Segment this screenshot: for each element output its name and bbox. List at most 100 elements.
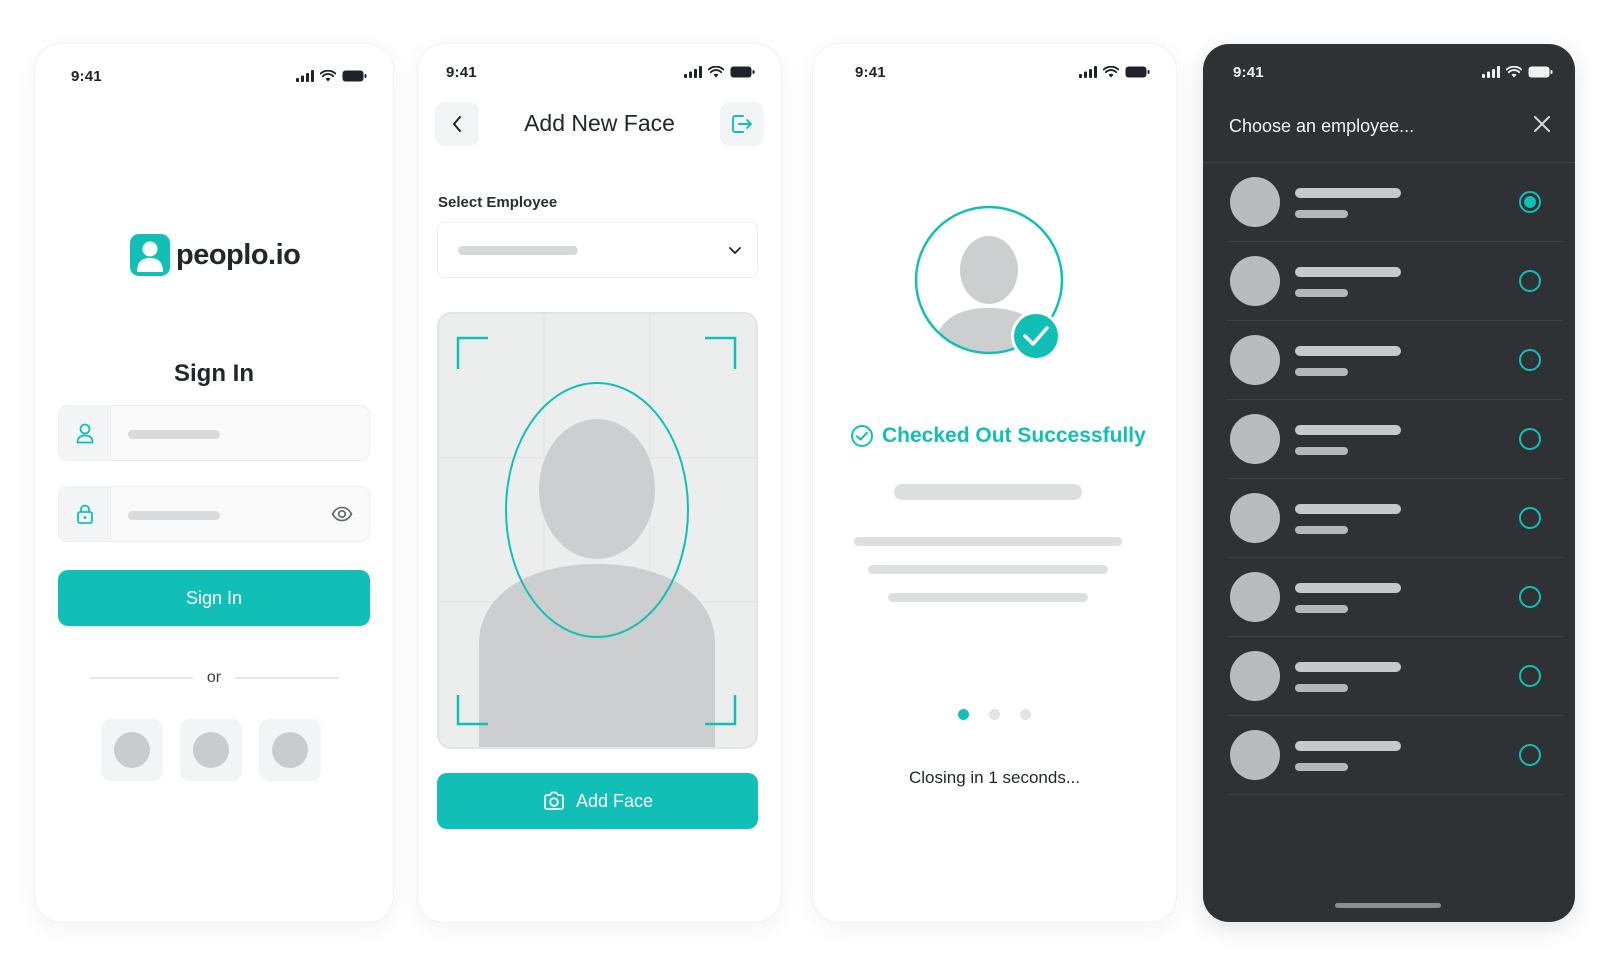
lock-icon	[59, 487, 111, 541]
placeholder-line	[888, 593, 1088, 602]
user-icon	[59, 406, 111, 460]
avatar	[1230, 414, 1280, 464]
avatar	[1230, 493, 1280, 543]
radio-button[interactable]	[1519, 349, 1541, 371]
page-dot	[1020, 709, 1031, 720]
chevron-down-icon	[729, 247, 741, 254]
status-time: 9:41	[71, 67, 102, 85]
list-item[interactable]	[1227, 558, 1563, 637]
employee-role-placeholder	[1295, 368, 1348, 376]
list-item[interactable]	[1227, 716, 1563, 795]
close-button[interactable]	[1531, 113, 1553, 140]
sign-in-button[interactable]: Sign In	[58, 570, 370, 626]
home-indicator	[1335, 903, 1441, 908]
username-placeholder	[128, 430, 220, 439]
social-icon	[193, 732, 229, 768]
list-item[interactable]	[1227, 479, 1563, 558]
battery-icon	[1528, 66, 1553, 78]
brand-logo: peoplo.io	[130, 234, 301, 276]
employee-name-placeholder	[1295, 741, 1401, 751]
radio-button[interactable]	[1519, 507, 1541, 529]
avatar	[914, 205, 1064, 361]
add-face-button-label: Add Face	[575, 790, 654, 811]
add-face-screen: 9:41 Add New Face Select Employee Add Fa…	[418, 44, 781, 922]
list-item[interactable]	[1227, 242, 1563, 321]
wifi-icon	[1103, 66, 1119, 78]
status-icons	[296, 70, 367, 82]
face-silhouette-icon	[479, 419, 715, 747]
status-time: 9:41	[855, 63, 886, 81]
radio-button[interactable]	[1519, 744, 1541, 766]
employee-select[interactable]	[437, 222, 758, 278]
status-bar: 9:41	[446, 62, 755, 82]
list-item[interactable]	[1227, 163, 1563, 242]
close-icon	[1534, 116, 1550, 132]
closing-countdown: Closing in 1 seconds...	[908, 768, 1081, 787]
employee-name-placeholder	[1295, 504, 1401, 514]
add-face-button[interactable]: Add Face	[437, 773, 758, 829]
exit-button[interactable]	[720, 102, 764, 146]
status-icons	[1079, 66, 1150, 78]
placeholder-line	[854, 537, 1122, 546]
avatar	[1230, 335, 1280, 385]
wifi-icon	[320, 70, 336, 82]
battery-icon	[342, 70, 367, 82]
employee-list	[1203, 163, 1575, 795]
eye-icon[interactable]	[331, 503, 353, 530]
logout-icon	[732, 115, 752, 133]
employee-select-placeholder	[458, 246, 578, 255]
list-item[interactable]	[1227, 400, 1563, 479]
avatar	[1230, 730, 1280, 780]
status-bar: 9:41	[855, 62, 1150, 82]
employee-name-placeholder	[1295, 346, 1401, 356]
radio-button[interactable]	[1519, 586, 1541, 608]
page-indicator	[813, 709, 1176, 720]
wifi-icon	[708, 66, 724, 78]
check-circle-icon	[851, 425, 873, 447]
employee-role-placeholder	[1295, 526, 1348, 534]
radio-button-selected[interactable]	[1519, 191, 1541, 213]
status-time: 9:41	[446, 63, 477, 81]
avatar	[1230, 256, 1280, 306]
avatar	[1230, 177, 1280, 227]
page-dot	[989, 709, 1000, 720]
checkout-success-screen: 9:41 Checked Out Successfully Closing in…	[813, 44, 1176, 922]
employee-name-placeholder	[1295, 267, 1401, 277]
picker-title: Choose an employee...	[1229, 116, 1415, 136]
social-login-button-3[interactable]	[259, 719, 321, 781]
logo-icon	[130, 234, 170, 276]
employee-role-placeholder	[1295, 684, 1348, 692]
radio-button[interactable]	[1519, 428, 1541, 450]
or-divider: or	[90, 669, 339, 687]
status-icons	[684, 66, 755, 78]
employee-role-placeholder	[1295, 289, 1348, 297]
battery-icon	[1125, 66, 1150, 78]
employee-name-placeholder	[1295, 583, 1401, 593]
password-placeholder	[128, 511, 220, 520]
social-login-button-2[interactable]	[180, 719, 242, 781]
or-text: or	[206, 669, 222, 686]
picker-header: Choose an employee...	[1203, 98, 1575, 163]
employee-role-placeholder	[1295, 605, 1348, 613]
radio-button[interactable]	[1519, 270, 1541, 292]
signal-icon	[684, 66, 702, 78]
status-time: 9:41	[1233, 63, 1264, 81]
placeholder-line	[894, 484, 1082, 500]
social-login-button-1[interactable]	[101, 719, 163, 781]
radio-button[interactable]	[1519, 665, 1541, 687]
logo-text: peoplo.io	[176, 238, 301, 271]
list-item[interactable]	[1227, 637, 1563, 716]
status-bar: 9:41	[71, 66, 367, 86]
success-message: Checked Out Successfully	[850, 424, 1146, 448]
employee-picker-screen: 9:41 Choose an employee...	[1203, 44, 1575, 922]
employee-role-placeholder	[1295, 210, 1348, 218]
battery-icon	[730, 66, 755, 78]
employee-name-placeholder	[1295, 188, 1401, 198]
username-field[interactable]	[58, 405, 370, 461]
social-icon	[272, 732, 308, 768]
wifi-icon	[1506, 66, 1522, 78]
social-icon	[114, 732, 150, 768]
check-badge-icon	[1011, 311, 1061, 361]
list-item[interactable]	[1227, 321, 1563, 400]
password-field[interactable]	[58, 486, 370, 542]
